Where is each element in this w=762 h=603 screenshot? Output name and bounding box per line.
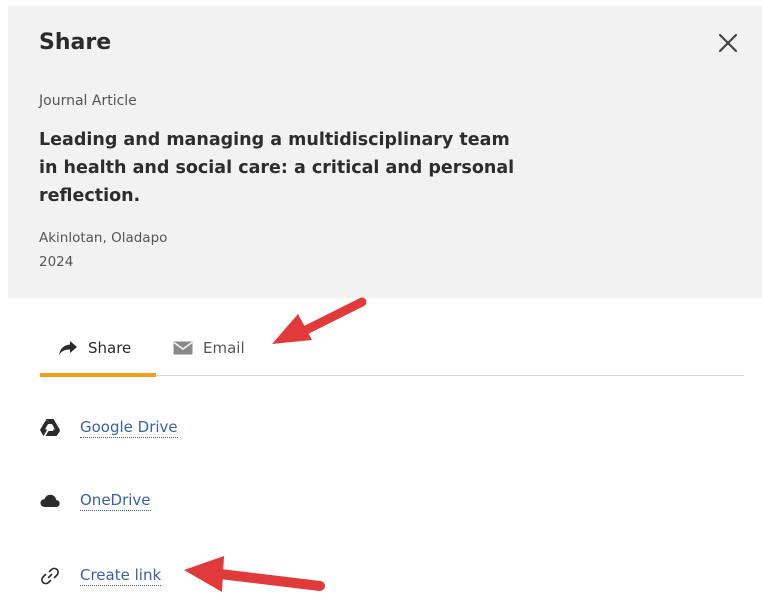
active-tab-indicator bbox=[40, 373, 156, 377]
link-icon bbox=[40, 567, 60, 585]
share-arrow-icon bbox=[58, 340, 78, 356]
item-year: 2024 bbox=[39, 254, 74, 270]
envelope-icon bbox=[173, 341, 193, 355]
share-option-google-drive: Google Drive bbox=[40, 413, 178, 443]
share-tabs: Share Email bbox=[40, 320, 744, 377]
dialog-header: Share Journal Article Leading and managi… bbox=[8, 6, 762, 298]
onedrive-link[interactable]: OneDrive bbox=[80, 491, 151, 511]
cloud-icon bbox=[40, 494, 60, 508]
item-type: Journal Article bbox=[39, 93, 137, 109]
create-link-link[interactable]: Create link bbox=[80, 566, 162, 586]
tab-share[interactable]: Share bbox=[40, 320, 156, 377]
google-drive-link[interactable]: Google Drive bbox=[80, 418, 178, 438]
tab-share-label: Share bbox=[88, 338, 132, 357]
dialog-title: Share bbox=[39, 30, 112, 55]
annotation-arrow-create-link bbox=[184, 556, 325, 592]
close-icon bbox=[718, 33, 738, 53]
item-title: Leading and managing a multidisciplinary… bbox=[39, 130, 515, 206]
tab-email-label: Email bbox=[203, 338, 245, 357]
google-drive-icon bbox=[40, 419, 60, 437]
share-option-onedrive: OneDrive bbox=[40, 486, 151, 516]
tab-email[interactable]: Email bbox=[173, 320, 245, 375]
close-button[interactable] bbox=[710, 25, 746, 61]
item-author: Akinlotan, Oladapo bbox=[39, 230, 168, 246]
share-option-create-link: Create link bbox=[40, 561, 162, 591]
share-dialog: Share Journal Article Leading and managi… bbox=[0, 0, 762, 603]
